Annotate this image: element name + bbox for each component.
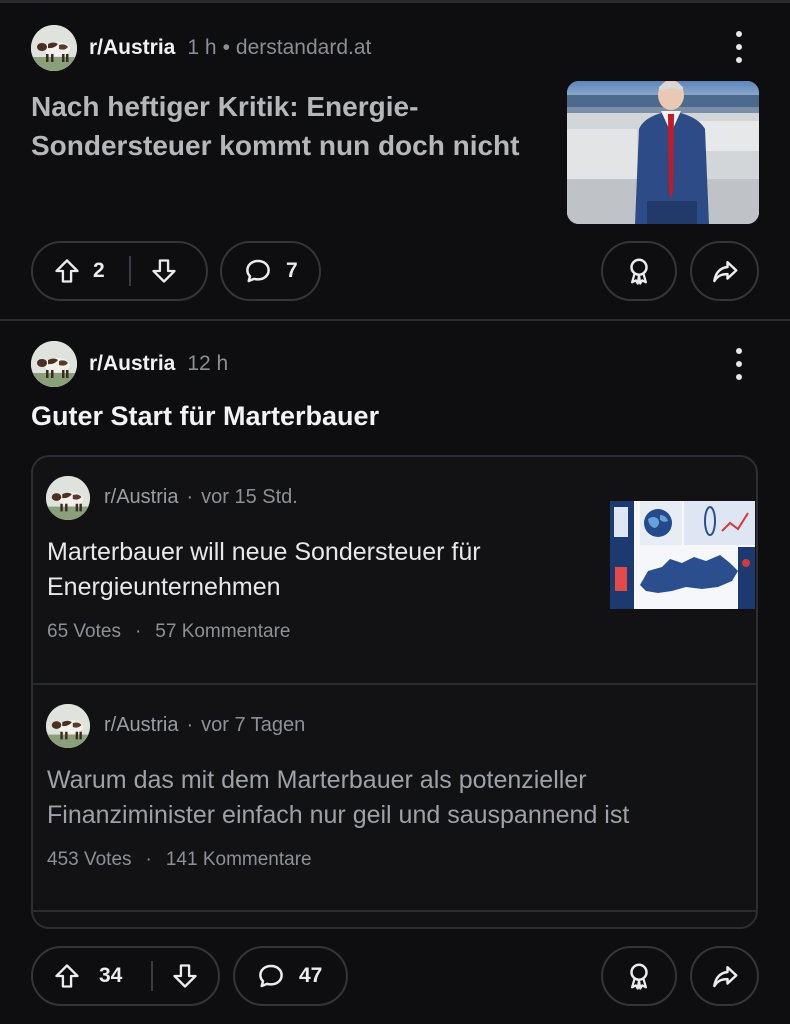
- embedded-post-meta: r/Austria · vor 15 Std.: [104, 486, 298, 508]
- award-ribbon-icon: [630, 963, 648, 990]
- share-arrow-icon: [712, 966, 737, 988]
- illustration-globe-austria-map: [610, 501, 755, 609]
- cow-avatar-icon: [46, 704, 90, 748]
- vote-count: 453 Votes: [47, 849, 132, 870]
- vote-count: 2: [93, 259, 105, 282]
- subreddit-name: r/Austria: [104, 714, 179, 736]
- subreddit-avatar[interactable]: [31, 341, 77, 387]
- vertical-dots-icon: [736, 348, 742, 354]
- vertical-dots-icon: [736, 31, 742, 37]
- post-meta: r/Austria 1 h • derstandard.at: [89, 36, 371, 60]
- photo-man-in-suit-city-square: [567, 81, 759, 224]
- upvote-button[interactable]: [33, 257, 93, 285]
- subreddit-name[interactable]: r/Austria: [89, 352, 175, 376]
- post-card[interactable]: r/Austria 1 h • derstandard.at Nach heft…: [0, 3, 790, 319]
- embedded-post-meta: r/Austria · vor 7 Tagen: [104, 714, 306, 736]
- comments-button[interactable]: 7: [220, 241, 321, 301]
- speech-bubble-icon: [246, 259, 270, 283]
- comment-count: 141 Kommentare: [165, 849, 312, 870]
- post-time: 12 h: [187, 352, 229, 375]
- share-button[interactable]: [690, 946, 759, 1006]
- embedded-post[interactable]: r/Austria · vor 7 Tagen Warum das mit de…: [33, 685, 756, 913]
- downvote-button[interactable]: [131, 257, 197, 285]
- post-card[interactable]: r/Austria 12 h Guter Start für Marterbau…: [0, 321, 790, 1024]
- downvote-button[interactable]: [153, 962, 217, 990]
- subreddit-avatar[interactable]: [31, 25, 77, 71]
- arrow-down-icon: [173, 964, 197, 988]
- embedded-post-list: r/Austria · vor 15 Std. Marterbauer will…: [31, 455, 758, 929]
- comments-button[interactable]: 47: [233, 946, 348, 1006]
- post-time: vor 7 Tagen: [201, 714, 306, 736]
- meta-separator: •: [222, 36, 230, 59]
- post-domain[interactable]: derstandard.at: [236, 36, 371, 60]
- embedded-post-thumbnail: [610, 501, 755, 609]
- cow-avatar-icon: [31, 341, 77, 387]
- cow-avatar-icon: [31, 25, 77, 71]
- award-button[interactable]: [601, 946, 677, 1006]
- share-arrow-icon: [712, 261, 737, 283]
- vote-count: 34: [99, 964, 123, 987]
- arrow-up-icon: [55, 259, 79, 283]
- post-time: vor 15 Std.: [201, 486, 298, 508]
- post-time: 1 h: [187, 36, 217, 59]
- share-button[interactable]: [690, 241, 759, 301]
- post-title[interactable]: Guter Start für Marterbauer: [31, 401, 379, 432]
- more-options-button[interactable]: [729, 27, 749, 67]
- embedded-post-title: Marterbauer will neue Sondersteuer für E…: [47, 538, 481, 601]
- more-options-button[interactable]: [729, 344, 749, 384]
- upvote-button[interactable]: [33, 962, 93, 990]
- vote-bar: 34: [31, 946, 220, 1006]
- award-ribbon-icon: [630, 258, 648, 285]
- embedded-post-title: Warum das mit dem Marterbauer als potenz…: [47, 766, 630, 829]
- comment-count: 7: [286, 259, 298, 282]
- comment-count: 57 Kommentare: [155, 621, 291, 642]
- post-title[interactable]: Nach heftiger Kritik: Energie-Sondersteu…: [31, 87, 531, 165]
- vote-bar: 2: [31, 241, 208, 301]
- cow-avatar-icon: [46, 476, 90, 520]
- embedded-post[interactable]: r/Austria · vor 15 Std. Marterbauer will…: [33, 457, 756, 683]
- subreddit-name[interactable]: r/Austria: [89, 36, 175, 60]
- arrow-down-icon: [152, 259, 176, 283]
- embedded-divider: [33, 910, 756, 912]
- comment-count: 47: [299, 964, 323, 987]
- subreddit-avatar: [46, 704, 90, 748]
- speech-bubble-icon: [259, 964, 283, 988]
- subreddit-avatar: [46, 476, 90, 520]
- embedded-post-stats: 65 Votes · 57 Kommentare: [47, 621, 291, 642]
- post-thumbnail[interactable]: [567, 81, 759, 224]
- vote-count: 65 Votes: [47, 621, 121, 642]
- subreddit-name: r/Austria: [104, 486, 179, 508]
- arrow-up-icon: [55, 964, 79, 988]
- award-button[interactable]: [601, 241, 677, 301]
- embedded-post-stats: 453 Votes · 141 Kommentare: [47, 849, 312, 870]
- post-meta: r/Austria 12 h: [89, 352, 228, 376]
